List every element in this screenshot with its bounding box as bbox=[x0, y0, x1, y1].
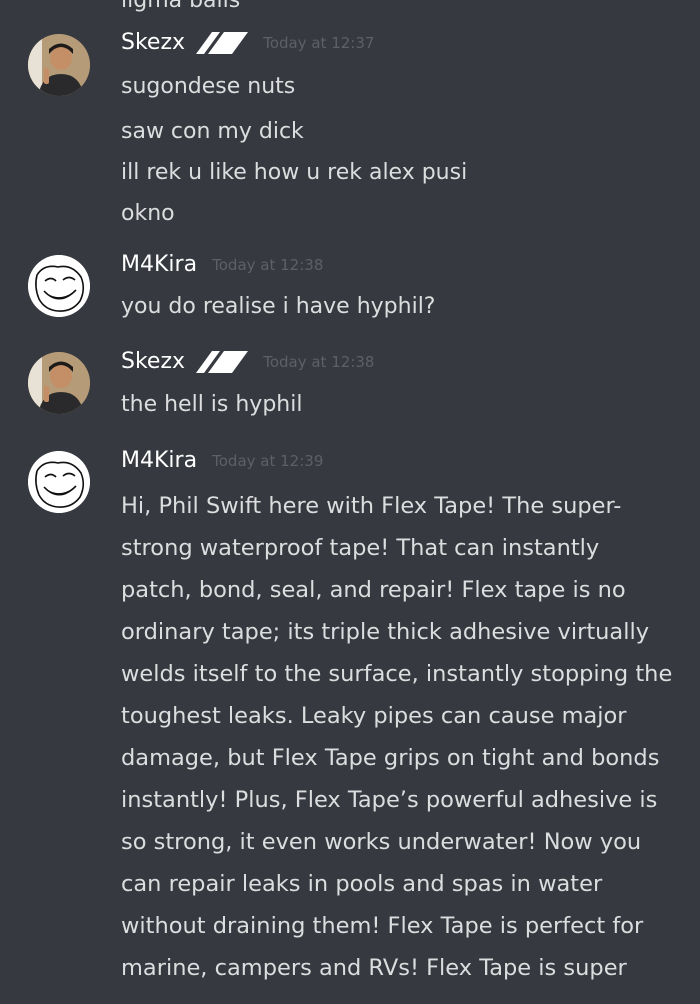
message-text-long: Hi, Phil Swift here with Flex Tape! The … bbox=[121, 485, 681, 989]
message-line: can repair leaks in pools and spas in wa… bbox=[121, 871, 603, 897]
message-text: sugondese nuts bbox=[121, 74, 296, 99]
timestamp: Today at 12:39 bbox=[212, 451, 324, 470]
nitro-badge-icon bbox=[196, 350, 249, 373]
username[interactable]: Skezx bbox=[121, 30, 185, 55]
message-line: so strong, it even works underwater! Now… bbox=[121, 829, 642, 855]
timestamp: Today at 12:37 bbox=[263, 33, 375, 52]
message-line: damage, but Flex Tape grips on tight and… bbox=[121, 745, 660, 771]
message-text: you do realise i have hyphil? bbox=[121, 294, 436, 319]
message-text-clipped: ligma balls bbox=[121, 0, 241, 13]
user-photo-icon bbox=[28, 352, 90, 414]
trollface-icon bbox=[28, 451, 90, 513]
message-line: patch, bond, seal, and repair! Flex tape… bbox=[121, 577, 626, 603]
message-text: saw con my dick bbox=[121, 119, 304, 144]
message-text: the hell is hyphil bbox=[121, 392, 303, 417]
username[interactable]: Skezx bbox=[121, 349, 185, 374]
avatar[interactable] bbox=[28, 451, 90, 513]
message-line: marine, campers and RVs! Flex Tape is su… bbox=[121, 955, 627, 981]
message-line: welds itself to the surface, instantly s… bbox=[121, 661, 673, 687]
username[interactable]: M4Kira bbox=[121, 448, 197, 473]
username[interactable]: M4Kira bbox=[121, 252, 197, 277]
message-line: toughest leaks. Leaky pipes can cause ma… bbox=[121, 703, 627, 729]
avatar[interactable] bbox=[28, 255, 90, 317]
message-line: without draining them! Flex Tape is perf… bbox=[121, 913, 644, 939]
user-photo-icon bbox=[28, 34, 90, 96]
timestamp: Today at 12:38 bbox=[212, 255, 324, 274]
message-text: ill rek u like how u rek alex pusi bbox=[121, 160, 468, 185]
message-text: okno bbox=[121, 201, 175, 226]
message-line: strong waterproof tape! That can instant… bbox=[121, 535, 600, 561]
nitro-badge-icon bbox=[196, 31, 249, 54]
avatar[interactable] bbox=[28, 352, 90, 414]
trollface-icon bbox=[28, 255, 90, 317]
timestamp: Today at 12:38 bbox=[263, 352, 375, 371]
message-line: Hi, Phil Swift here with Flex Tape! The … bbox=[121, 493, 622, 519]
message-line: instantly! Plus, Flex Tape’s powerful ad… bbox=[121, 787, 658, 813]
avatar[interactable] bbox=[28, 34, 90, 96]
message-line: ordinary tape; its triple thick adhesive… bbox=[121, 619, 650, 645]
